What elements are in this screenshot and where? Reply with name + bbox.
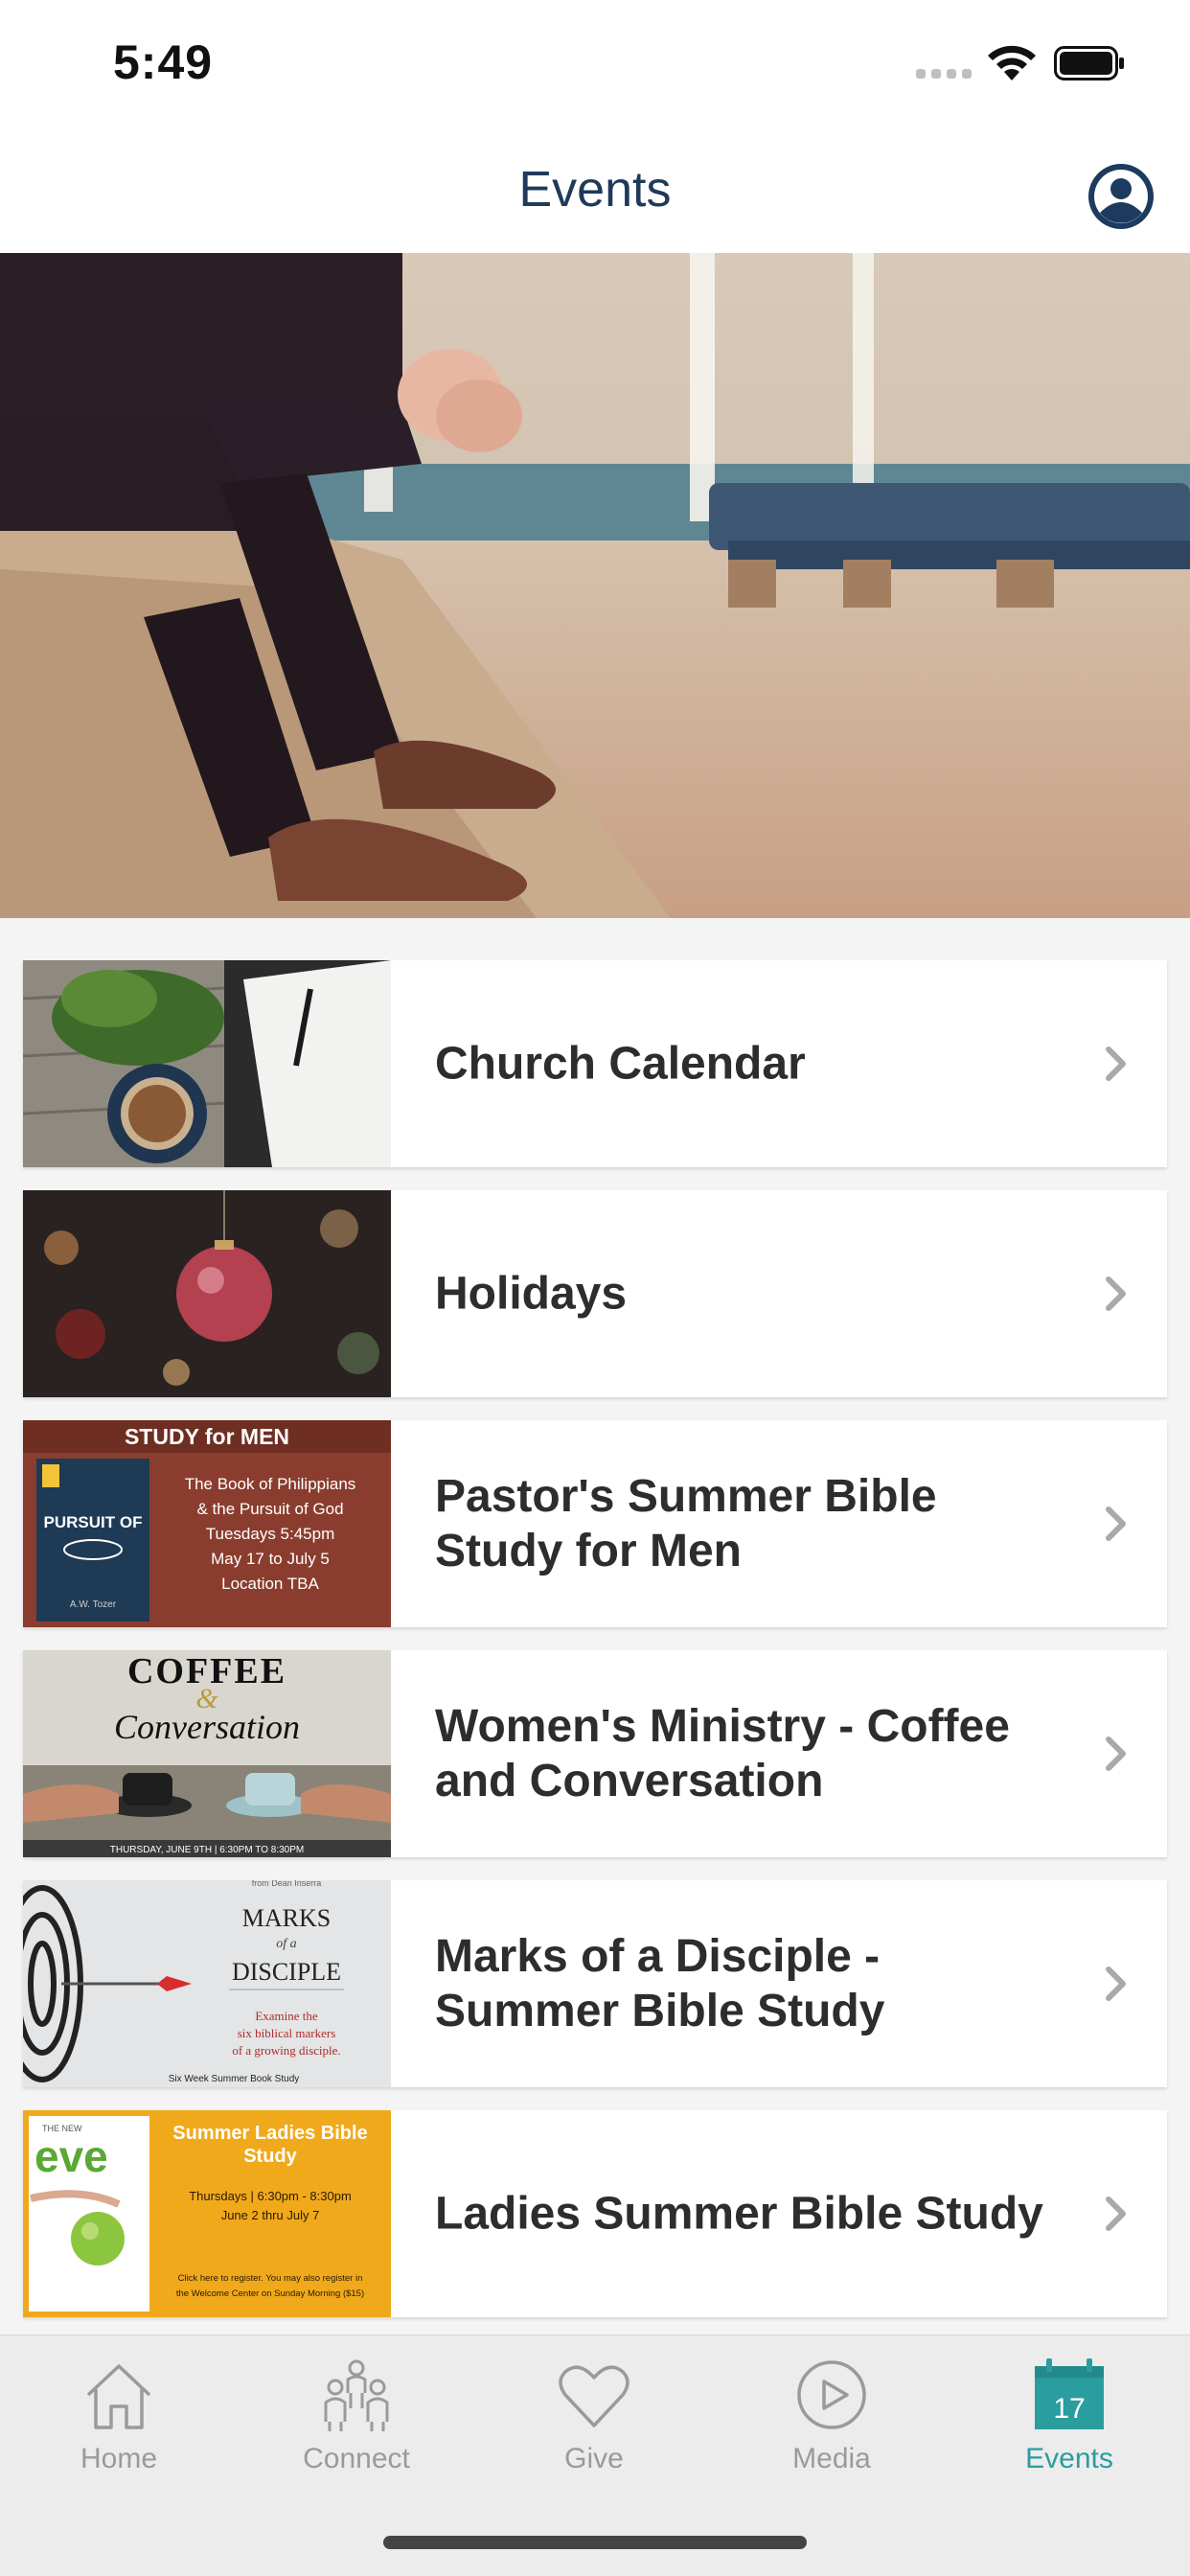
tab-label: Home (80, 2443, 158, 2474)
svg-text:A.W. Tozer: A.W. Tozer (70, 1599, 117, 1610)
event-card-holidays[interactable]: Holidays (23, 1190, 1167, 1397)
tab-label: Events (1025, 2443, 1113, 2474)
svg-text:Conversation: Conversation (114, 1708, 300, 1746)
chevron-right-icon (1106, 2196, 1126, 2231)
svg-text:Study: Study (243, 2146, 297, 2167)
event-title: Ladies Summer Bible Study (435, 2188, 1043, 2240)
svg-text:Thursdays | 6:30pm - 8:30pm: Thursdays | 6:30pm - 8:30pm (189, 2189, 352, 2203)
home-icon (86, 2364, 151, 2429)
tab-media[interactable]: Media (713, 2355, 950, 2475)
coffee-thumbnail: COFFEE & Conversation THURSDAY, JUNE 9TH… (23, 1650, 391, 1857)
svg-text:of a growing disciple.: of a growing disciple. (232, 2043, 340, 2058)
status-bar: 5:49 (0, 0, 1190, 134)
svg-text:The Book of Philippians: The Book of Philippians (185, 1475, 356, 1493)
tab-connect[interactable]: Connect (238, 2355, 475, 2475)
cellular-signal-icon (916, 69, 972, 79)
mens-study-heading: STUDY for MEN (125, 1424, 289, 1449)
svg-text:Click here to register. You ma: Click here to register. You may also reg… (178, 2273, 363, 2284)
event-card-coffee-conversation[interactable]: COFFEE & Conversation THURSDAY, JUNE 9TH… (23, 1650, 1167, 1857)
svg-text:of a: of a (276, 1937, 296, 1951)
event-title: Holidays (435, 1268, 628, 1320)
chevron-right-icon (1106, 1736, 1126, 1771)
church-calendar-thumbnail (23, 960, 391, 1167)
event-card-church-calendar[interactable]: Church Calendar (23, 960, 1167, 1167)
svg-text:May 17 to July 5: May 17 to July 5 (211, 1550, 330, 1568)
tab-label: Give (564, 2443, 624, 2474)
chevron-right-icon (1106, 1506, 1126, 1541)
navigation-bar: Events (0, 134, 1190, 253)
play-icon (797, 2360, 866, 2429)
svg-text:PURSUIT OF: PURSUIT OF (44, 1513, 143, 1531)
svg-text:June 2 thru July 7: June 2 thru July 7 (221, 2208, 320, 2222)
tab-home[interactable]: Home (0, 2355, 238, 2475)
svg-text:Examine the: Examine the (255, 2009, 318, 2023)
svg-text:MARKS: MARKS (242, 1904, 331, 1932)
chevron-right-icon (1106, 1046, 1126, 1081)
tab-label: Media (792, 2443, 871, 2474)
event-card-ladies-bible-study[interactable]: THE NEW eve Summer Ladies Bible Study Th… (23, 2110, 1167, 2317)
event-card-mens-bible-study[interactable]: STUDY for MEN PURSUIT OF A.W. Tozer The … (23, 1420, 1167, 1627)
home-indicator (383, 2536, 807, 2549)
tab-give[interactable]: Give (475, 2355, 713, 2475)
svg-text:& the Pursuit of God: & the Pursuit of God (196, 1500, 343, 1518)
mens-study-thumbnail: STUDY for MEN PURSUIT OF A.W. Tozer The … (23, 1420, 391, 1627)
status-time: 5:49 (113, 35, 214, 89)
svg-text:Tuesdays 5:45pm: Tuesdays 5:45pm (206, 1525, 335, 1543)
event-title: Women's Ministry - Coffee and Conversati… (435, 1701, 1010, 1806)
hero-image (0, 253, 1190, 918)
event-title: Church Calendar (435, 1038, 806, 1090)
events-list: Church Calendar Holidays STUDY for MEN P… (23, 960, 1167, 2340)
svg-text:Location TBA: Location TBA (221, 1575, 319, 1593)
svg-text:Six Week Summer Book Study: Six Week Summer Book Study (169, 2074, 300, 2084)
marks-thumbnail: from Dean Inserra MARKS of a DISCIPLE Ex… (23, 1880, 391, 2087)
profile-icon[interactable] (1087, 163, 1155, 230)
people-icon (324, 2359, 389, 2431)
holidays-thumbnail (23, 1190, 391, 1397)
tab-label: Connect (303, 2443, 410, 2474)
svg-text:six biblical markers: six biblical markers (238, 2026, 336, 2040)
chevron-right-icon (1106, 1966, 1126, 2001)
svg-text:Summer Ladies Bible: Summer Ladies Bible (172, 2123, 367, 2144)
wifi-icon (988, 45, 1036, 80)
event-title: Marks of a Disciple - Summer Bible Study (435, 1931, 885, 2036)
event-card-marks-of-disciple[interactable]: from Dean Inserra MARKS of a DISCIPLE Ex… (23, 1880, 1167, 2087)
page-title: Events (518, 162, 672, 218)
ladies-study-thumbnail: THE NEW eve Summer Ladies Bible Study Th… (23, 2110, 391, 2317)
svg-text:DISCIPLE: DISCIPLE (232, 1958, 341, 1986)
event-title: Pastor's Summer Bible Study for Men (435, 1471, 937, 1576)
svg-text:from Dean Inserra: from Dean Inserra (252, 1880, 322, 1888)
calendar-icon: 17 (1035, 2358, 1104, 2429)
calendar-badge: 17 (1053, 2393, 1085, 2425)
battery-icon (1054, 46, 1124, 80)
chevron-right-icon (1106, 1276, 1126, 1311)
tab-events[interactable]: 17 Events (950, 2355, 1188, 2475)
svg-text:eve: eve (34, 2131, 108, 2181)
heart-icon (559, 2365, 629, 2427)
svg-text:THURSDAY, JUNE 9TH | 6:30PM TO: THURSDAY, JUNE 9TH | 6:30PM TO 8:30PM (110, 1845, 304, 1855)
svg-text:the Welcome Center on Sunday M: the Welcome Center on Sunday Morning ($1… (176, 2288, 364, 2299)
